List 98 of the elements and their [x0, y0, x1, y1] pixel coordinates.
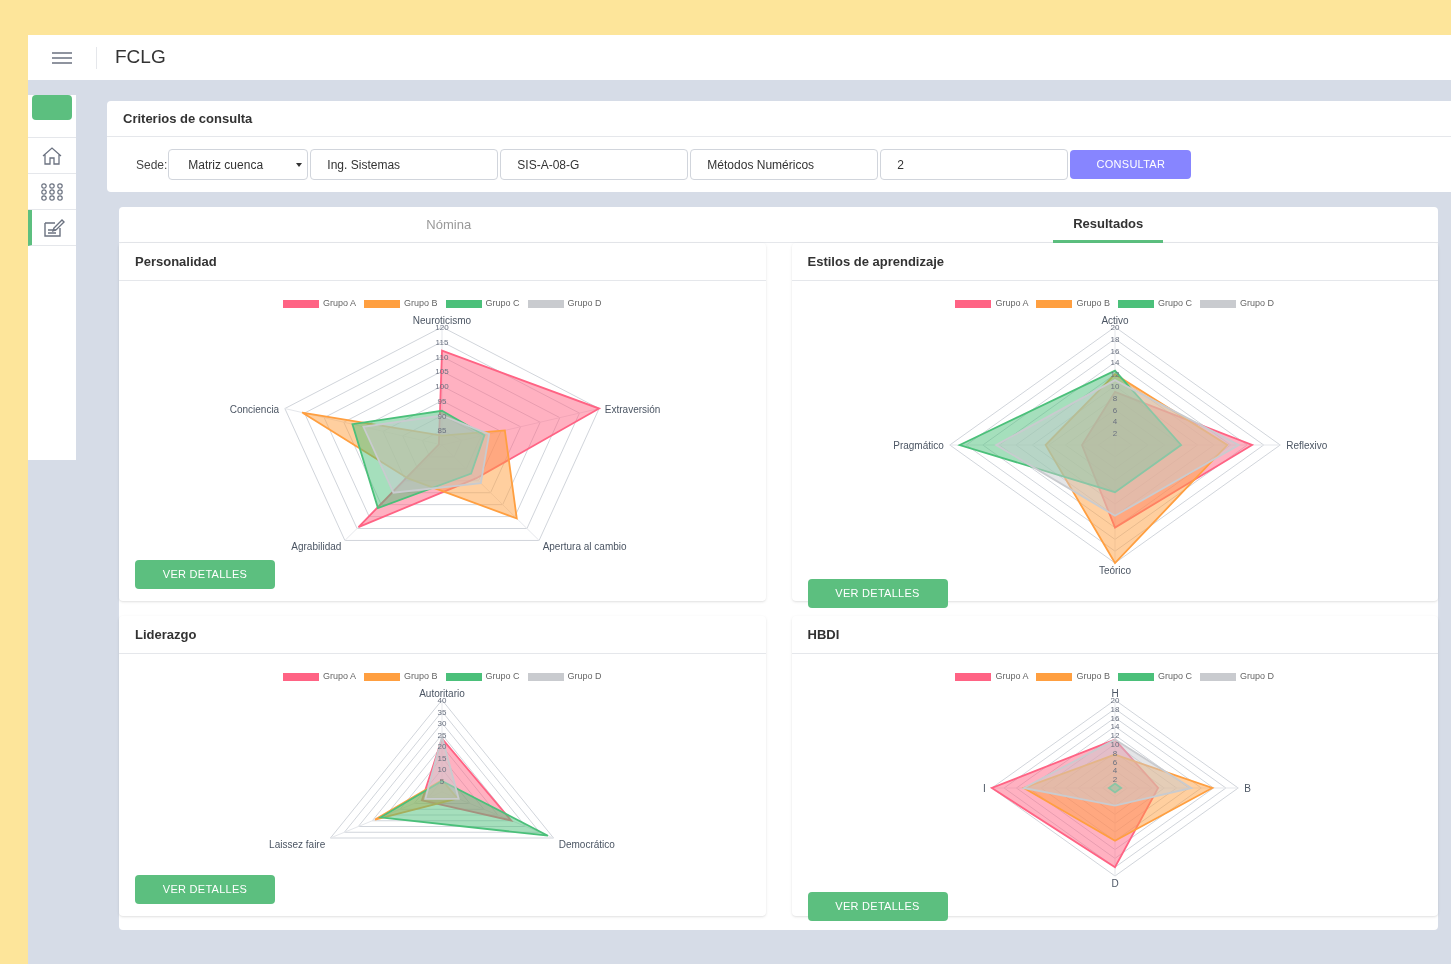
tick-label: 30 [437, 718, 447, 728]
tick-label: 110 [435, 352, 449, 361]
card-title: Personalidad [135, 252, 217, 271]
axis-label: B [1243, 782, 1251, 794]
tick-label: 5 [440, 776, 445, 785]
axis-label: Democrático [559, 838, 616, 850]
card-title: Estilos de aprendizaje [807, 252, 945, 271]
tick-label: 10 [1110, 381, 1120, 391]
legend-label[interactable]: Grupo C [485, 670, 520, 684]
card-title: Criterios de consulta [123, 109, 253, 128]
legend-label[interactable]: Grupo D [567, 670, 602, 684]
tick-label: 95 [437, 396, 447, 406]
axis-label: Conciencia [229, 403, 280, 415]
edit-note-icon [43, 217, 65, 238]
tick-label: 4 [1112, 765, 1117, 775]
legend-swatch[interactable] [1036, 672, 1073, 681]
tick-label: 14 [1110, 721, 1120, 731]
input-field[interactable]: Ing. Sistemas [310, 149, 499, 180]
legend-swatch[interactable] [1200, 672, 1237, 681]
legend-label[interactable]: Grupo B [1076, 297, 1110, 311]
legend-swatch[interactable] [282, 672, 319, 681]
tick-label: 18 [1110, 334, 1120, 344]
tick-label: 16 [1110, 346, 1120, 356]
legend-swatch[interactable] [364, 672, 400, 681]
tick-label: 10 [1110, 739, 1120, 749]
tick-label: 14 [1110, 357, 1120, 367]
tick-label: 35 [437, 707, 447, 716]
tick-label: 85 [437, 425, 447, 435]
logo-block [32, 95, 72, 120]
tick-label: 25 [437, 730, 447, 739]
legend-swatch[interactable] [364, 299, 400, 308]
legend-swatch[interactable] [527, 672, 564, 681]
tick-label: 12 [1110, 730, 1120, 740]
legend-swatch[interactable] [1118, 672, 1154, 681]
axis-label: Apertura al cambio [542, 540, 627, 552]
axis-label: Reflexivo [1285, 439, 1328, 451]
input-field[interactable]: Métodos Numéricos [690, 149, 879, 180]
caret-icon [296, 162, 303, 167]
tick-label: 90 [437, 411, 447, 420]
legend-swatch[interactable] [282, 299, 319, 308]
grid-icon [41, 182, 63, 201]
menu-icon[interactable] [52, 51, 72, 64]
legend-swatch[interactable] [1036, 299, 1073, 308]
legend-swatch[interactable] [955, 672, 992, 681]
tick-label: 6 [1112, 405, 1117, 415]
field-label: Sede: [136, 156, 168, 174]
legend-label[interactable]: Grupo C [1158, 670, 1193, 684]
legend-label[interactable]: Grupo C [485, 297, 520, 311]
tick-label: 20 [437, 741, 447, 751]
axis-label: Autoritario [419, 687, 466, 699]
tick-label: 15 [437, 753, 447, 762]
legend-swatch[interactable] [1118, 299, 1154, 308]
axis-label: I [982, 782, 986, 794]
legend-label[interactable]: Grupo A [995, 297, 1029, 311]
legend-label[interactable]: Grupo C [1158, 297, 1193, 311]
legend-swatch[interactable] [527, 299, 564, 308]
card-title: HBDI [807, 625, 840, 644]
legend-label[interactable]: Grupo B [404, 670, 438, 684]
legend-swatch[interactable] [445, 672, 482, 681]
axis-label: Extraversión [605, 403, 661, 415]
tick-label: 10 [437, 764, 447, 774]
input-field[interactable]: 2 [880, 149, 1069, 180]
tick-label: 8 [1112, 393, 1117, 403]
card-title: Liderazgo [135, 625, 197, 644]
axis-label: H [1111, 687, 1119, 699]
axis-label: Activo [1101, 314, 1129, 326]
legend-label[interactable]: Grupo A [322, 670, 356, 684]
axis-label: Laissez faire [269, 838, 326, 850]
tick-label: 16 [1110, 713, 1120, 723]
sidebar-item[interactable] [28, 210, 76, 246]
tick-label: 6 [1112, 757, 1117, 767]
legend-label[interactable]: Grupo D [1240, 670, 1275, 684]
tick-label: 18 [1110, 704, 1120, 714]
legend-swatch[interactable] [955, 299, 992, 308]
input-field[interactable]: SIS-A-08-G [500, 149, 689, 180]
legend-label[interactable]: Grupo A [995, 670, 1029, 684]
legend-label[interactable]: Grupo D [567, 297, 602, 311]
legend-swatch[interactable] [1200, 299, 1237, 308]
axis-label: D [1111, 877, 1119, 889]
axis-label: Agrabilidad [291, 540, 342, 552]
tick-label: 2 [1112, 428, 1117, 438]
axis-label: Neuroticismo [413, 314, 472, 326]
app-title: FCLG [115, 45, 166, 70]
tick-label: 115 [435, 337, 449, 347]
tick-label: 2 [1112, 774, 1117, 784]
home-icon [41, 145, 63, 166]
tick-label: 4 [1112, 416, 1117, 426]
legend-label[interactable]: Grupo B [404, 297, 438, 311]
legend-swatch[interactable] [445, 299, 482, 308]
select-field[interactable]: Matriz cuenca [168, 149, 309, 180]
axis-label: Pragmático [892, 439, 944, 451]
legend-label[interactable]: Grupo B [1076, 670, 1110, 684]
legend-label[interactable]: Grupo D [1240, 297, 1275, 311]
axis-label: Teórico [1098, 564, 1131, 576]
tick-label: 105 [435, 366, 449, 376]
tick-label: 100 [435, 381, 449, 391]
tick-label: 8 [1112, 748, 1117, 758]
legend-label[interactable]: Grupo A [322, 297, 356, 311]
